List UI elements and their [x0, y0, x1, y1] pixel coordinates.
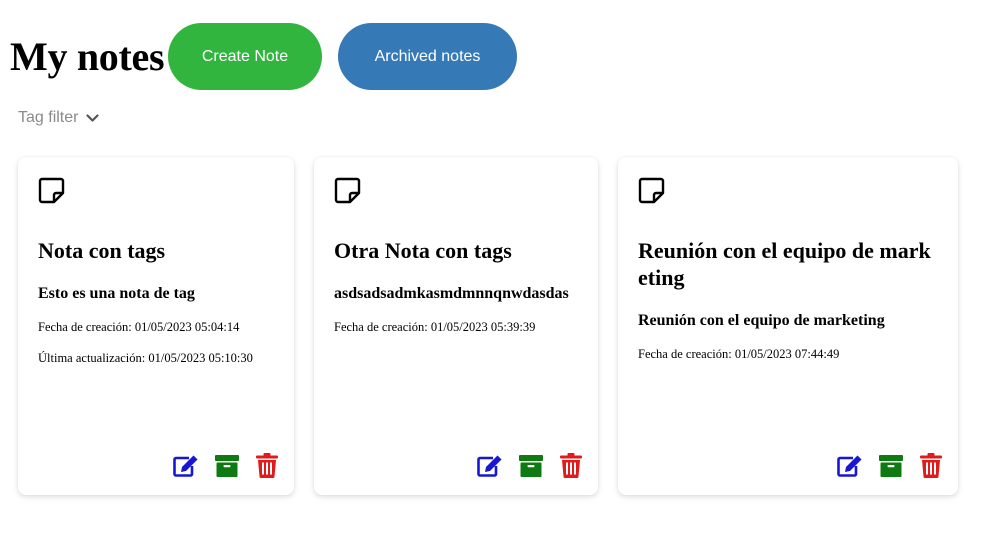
page-title: My notes: [10, 33, 165, 79]
tag-filter-dropdown[interactable]: Tag filter: [18, 107, 100, 129]
note-content: Reunión con el equipo de marketing: [638, 312, 885, 329]
note-actions: [173, 453, 278, 478]
note-content: Esto es una nota de tag: [38, 285, 195, 302]
sticky-note-icon: [638, 177, 665, 209]
note-actions: [837, 453, 942, 478]
archive-icon[interactable]: [215, 454, 239, 477]
note-title: Nota con tags: [38, 238, 166, 263]
sticky-note-icon: [38, 177, 65, 209]
archive-icon[interactable]: [879, 454, 903, 477]
page-header: My notes: [10, 23, 165, 90]
note-content: asdsadsadmkasmdmnnqnwdasdas: [334, 285, 569, 302]
note-card: Nota con tags Esto es una nota de tag Fe…: [18, 157, 294, 495]
note-created-date: Fecha de creación: 01/05/2023 05:39:39: [334, 320, 536, 334]
note-created-date: Fecha de creación: 01/05/2023 05:04:14: [38, 320, 240, 334]
note-actions: [477, 453, 582, 478]
note-card: Otra Nota con tags asdsadsadmkasmdmnnqnw…: [314, 157, 598, 495]
chevron-down-icon: [86, 113, 100, 123]
note-updated-date: Última actualización: 01/05/2023 05:10:3…: [38, 351, 253, 365]
trash-icon[interactable]: [920, 453, 942, 478]
tag-filter-label: Tag filter: [18, 109, 79, 126]
edit-icon[interactable]: [837, 455, 862, 477]
trash-icon[interactable]: [560, 453, 582, 478]
trash-icon[interactable]: [256, 453, 278, 478]
archived-notes-button[interactable]: Archived notes: [338, 23, 517, 90]
note-created-date: Fecha de creación: 01/05/2023 07:44:49: [638, 347, 840, 361]
create-note-button[interactable]: Create Note: [168, 23, 322, 90]
sticky-note-icon: [334, 177, 361, 209]
edit-icon[interactable]: [477, 455, 502, 477]
note-card: Reunión con el equipo de marketing Reuni…: [618, 157, 958, 495]
edit-icon[interactable]: [173, 455, 198, 477]
note-title: Reunión con el equipo de marketing: [638, 238, 931, 290]
archive-icon[interactable]: [519, 454, 543, 477]
note-title: Otra Nota con tags: [334, 238, 512, 263]
